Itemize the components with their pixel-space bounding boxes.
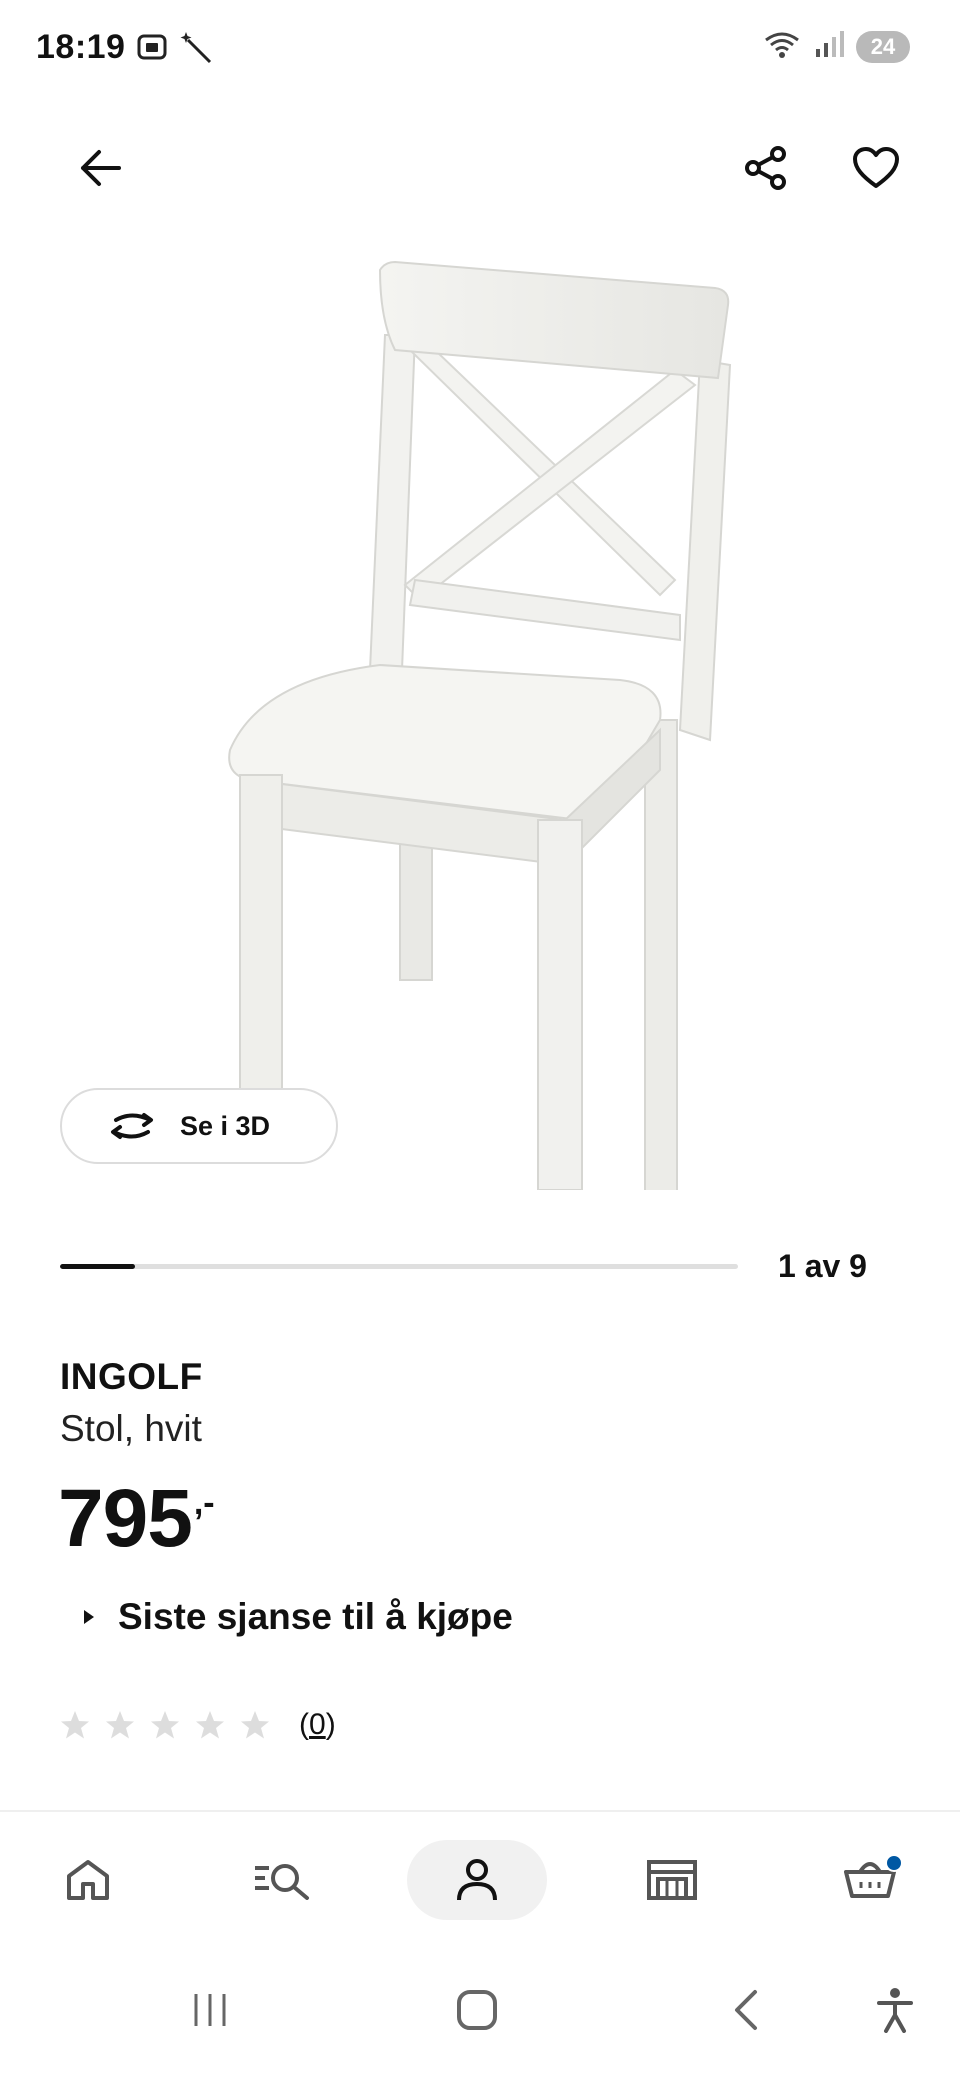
star-icon — [241, 1711, 269, 1739]
tab-store[interactable] — [602, 1840, 742, 1920]
status-time: 18:19 — [36, 28, 126, 66]
gallery-progress-fill — [60, 1264, 135, 1269]
rotate-3d-icon — [111, 1113, 153, 1139]
share-button[interactable] — [728, 130, 804, 206]
rating-stars — [60, 1710, 270, 1740]
wifi-icon — [762, 28, 802, 65]
tab-cart[interactable] — [800, 1840, 940, 1920]
accessibility-button[interactable] — [855, 1980, 935, 2040]
signal-icon — [814, 29, 844, 64]
search-list-icon — [255, 1864, 309, 1900]
back-system-button[interactable] — [706, 1980, 786, 2040]
recent-apps-icon — [194, 1994, 226, 2026]
cart-icon-wrap — [843, 1853, 903, 1905]
view-3d-label: Se i 3D — [180, 1110, 271, 1141]
product-rating[interactable]: (0) — [60, 1708, 336, 1742]
bottom-divider — [0, 1810, 960, 1812]
magic-wand-icon — [180, 30, 214, 69]
screenshot-icon — [136, 32, 170, 67]
home-square-icon — [457, 1990, 497, 2030]
accessibility-icon — [877, 1988, 913, 2033]
review-count-number: 0 — [309, 1708, 326, 1741]
back-button[interactable] — [62, 130, 138, 206]
cart-badge — [885, 1853, 903, 1872]
store-icon — [647, 1860, 697, 1900]
star-icon — [151, 1711, 179, 1739]
arrow-left-icon — [81, 150, 121, 186]
star-icon — [61, 1711, 89, 1739]
gallery-progress-bar[interactable] — [60, 1264, 738, 1269]
status-left-icons — [136, 30, 214, 69]
price-decimal: ,- — [193, 1484, 215, 1522]
last-chance-text: Siste sjanse til å kjøpe — [118, 1596, 513, 1637]
tab-search[interactable] — [212, 1840, 352, 1920]
battery-icon: 24 — [856, 30, 910, 63]
product-image[interactable] — [220, 260, 740, 1281]
profile-icon — [457, 1859, 497, 1901]
heart-icon — [853, 147, 899, 188]
review-count[interactable]: (0) — [299, 1708, 336, 1742]
home-icon — [67, 1860, 109, 1900]
product-description: Stol, hvit — [60, 1408, 202, 1449]
last-chance-toggle[interactable]: Siste sjanse til å kjøpe — [82, 1596, 513, 1638]
star-icon — [196, 1711, 224, 1739]
product-price: 795 ,- — [58, 1478, 215, 1560]
share-icon — [745, 146, 786, 190]
status-right-icons: 24 — [762, 28, 910, 65]
caret-right-icon — [84, 1610, 94, 1624]
favorite-button[interactable] — [838, 130, 914, 206]
recent-apps-button[interactable] — [170, 1980, 250, 2040]
home-system-button[interactable] — [437, 1980, 517, 2040]
star-icon — [106, 1711, 134, 1739]
tab-home[interactable] — [18, 1840, 158, 1920]
product-name: INGOLF — [60, 1356, 203, 1397]
gallery-counter: 1 av 9 — [778, 1248, 867, 1284]
tab-profile[interactable] — [407, 1840, 547, 1920]
chevron-left-icon — [735, 1990, 757, 2030]
price-integer: 795 — [58, 1473, 193, 1564]
view-3d-button[interactable]: Se i 3D — [60, 1088, 338, 1164]
